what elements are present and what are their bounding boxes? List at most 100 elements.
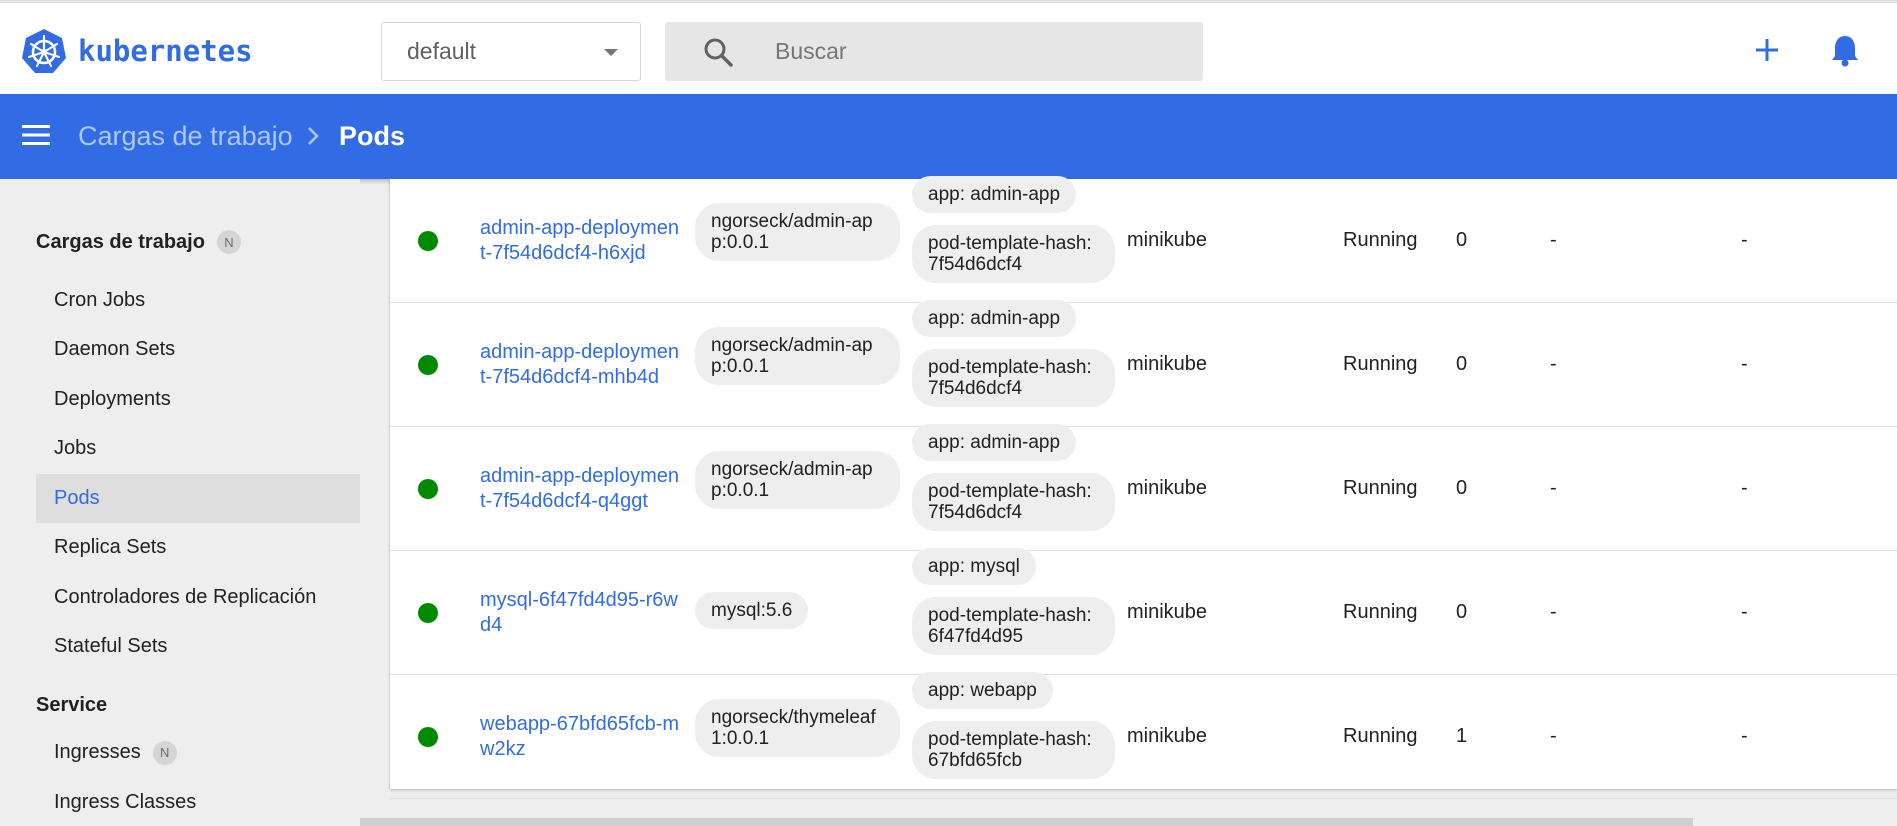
sidebar-item-jobs[interactable]: Jobs xyxy=(36,424,360,473)
sidebar-item-daemon-sets[interactable]: Daemon Sets xyxy=(36,325,360,374)
top-app-bar: kubernetes default xyxy=(0,0,1897,94)
table-row[interactable]: admin-app-deployment-7f54d6dcf4-q4ggt ng… xyxy=(390,424,1897,551)
image-chip: ngorseck/thymeleaf1:0.0.1 xyxy=(695,699,900,757)
pod-name-link[interactable]: webapp-67bfd65fcb-mw2kz xyxy=(480,687,680,787)
restarts-cell: 0 xyxy=(1456,229,1468,251)
sidebar-section-service[interactable]: Service xyxy=(36,694,107,717)
label-chip: app: admin-app xyxy=(912,300,1077,337)
search-bar[interactable] xyxy=(665,22,1203,81)
running-status-icon xyxy=(418,231,438,251)
cpu-cell: - xyxy=(1550,229,1557,251)
memory-cell: - xyxy=(1741,229,1748,251)
search-input[interactable] xyxy=(775,22,1175,81)
status-cell: Running xyxy=(1343,477,1418,499)
breadcrumb-workloads-link[interactable]: Cargas de trabajo xyxy=(78,94,293,179)
memory-cell: - xyxy=(1741,601,1748,623)
breadcrumb-current-page: Pods xyxy=(339,121,406,151)
label-chip: app: webapp xyxy=(912,672,1053,709)
sidebar-nav: Cargas de trabajo N Cron Jobs Daemon Set… xyxy=(0,179,360,826)
namespace-value: default xyxy=(407,38,477,64)
sidebar-item-ingress-classes[interactable]: Ingress Classes xyxy=(36,778,360,826)
table-row[interactable]: webapp-67bfd65fcb-mw2kz ngorseck/thymele… xyxy=(390,672,1897,799)
sidebar-item-replication-controllers[interactable]: Controladores de Replicación xyxy=(36,573,360,622)
namespace-selector[interactable]: default xyxy=(381,22,641,81)
node-cell: minikube xyxy=(1127,477,1208,499)
create-resource-plus-icon[interactable] xyxy=(1752,35,1782,65)
sidebar-section-workloads[interactable]: Cargas de trabajo N xyxy=(36,230,241,254)
label-chip: app: admin-app xyxy=(912,176,1077,213)
node-cell: minikube xyxy=(1127,353,1208,375)
horizontal-scrollbar[interactable] xyxy=(360,818,1693,826)
label-chip: app: mysql xyxy=(912,548,1036,585)
restarts-cell: 0 xyxy=(1456,601,1468,623)
cpu-cell: - xyxy=(1550,353,1557,375)
sidebar-item-stateful-sets[interactable]: Stateful Sets xyxy=(36,622,360,671)
chevron-right-icon xyxy=(308,127,319,145)
notifications-bell-icon[interactable] xyxy=(1829,33,1861,67)
status-cell: Running xyxy=(1343,353,1418,375)
sidebar-item-label: Jobs xyxy=(54,437,97,459)
hamburger-menu-icon[interactable] xyxy=(22,123,50,147)
node-cell: minikube xyxy=(1127,725,1208,747)
sidebar-section-label: Cargas de trabajo xyxy=(36,230,205,253)
table-row[interactable]: admin-app-deployment-7f54d6dcf4-mhb4d ng… xyxy=(390,300,1897,427)
image-chip: ngorseck/admin-app:0.0.1 xyxy=(695,203,900,261)
status-cell: Running xyxy=(1343,229,1418,251)
node-cell: minikube xyxy=(1127,229,1208,251)
namespaced-badge: N xyxy=(216,230,241,254)
memory-cell: - xyxy=(1741,353,1748,375)
sidebar-item-replica-sets[interactable]: Replica Sets xyxy=(36,523,360,572)
sidebar-item-label: Daemon Sets xyxy=(54,338,176,360)
label-chip: pod-template-hash: 7f54d6dcf4 xyxy=(912,349,1115,407)
sidebar-section-label: Service xyxy=(36,694,108,716)
namespaced-badge: N xyxy=(152,740,177,765)
table-row[interactable]: mysql-6f47fd4d95-r6wd4 mysql:5.6 app: my… xyxy=(390,548,1897,675)
cpu-cell: - xyxy=(1550,601,1557,623)
sidebar-item-cron-jobs[interactable]: Cron Jobs xyxy=(36,276,360,325)
label-chip: pod-template-hash: 7f54d6dcf4 xyxy=(912,225,1115,283)
sidebar-item-label: Ingress Classes xyxy=(54,791,197,813)
breadcrumb-toolbar: Cargas de trabajo Pods xyxy=(0,94,1897,179)
table-row[interactable]: admin-app-deployment-7f54d6dcf4-h6xjd ng… xyxy=(390,176,1897,303)
logo-text: kubernetes xyxy=(78,34,253,68)
sidebar-item-label: Cron Jobs xyxy=(54,289,146,311)
sidebar-item-deployments[interactable]: Deployments xyxy=(36,375,360,424)
search-icon xyxy=(704,38,733,67)
sidebar-item-ingresses[interactable]: Ingresses N xyxy=(36,728,360,777)
label-chip: pod-template-hash: 6f47fd4d95 xyxy=(912,597,1115,655)
running-status-icon xyxy=(418,355,438,375)
pod-name-link[interactable]: admin-app-deployment-7f54d6dcf4-q4ggt xyxy=(480,439,680,539)
label-chip: pod-template-hash: 67bfd65fcb xyxy=(912,721,1115,779)
node-cell: minikube xyxy=(1127,601,1208,623)
sidebar-item-label: Ingresses xyxy=(54,741,141,763)
cpu-cell: - xyxy=(1550,477,1557,499)
sidebar-item-pods[interactable]: Pods xyxy=(36,474,360,523)
kubernetes-logo[interactable]: kubernetes xyxy=(22,27,253,75)
pod-name-link[interactable]: mysql-6f47fd4d95-r6wd4 xyxy=(480,563,680,663)
restarts-cell: 0 xyxy=(1456,353,1468,375)
image-chip: ngorseck/admin-app:0.0.1 xyxy=(695,327,900,385)
image-chip: mysql:5.6 xyxy=(695,592,809,629)
running-status-icon xyxy=(418,727,438,747)
memory-cell: - xyxy=(1741,725,1748,747)
running-status-icon xyxy=(418,603,438,623)
label-chip: app: admin-app xyxy=(912,424,1077,461)
restarts-cell: 1 xyxy=(1456,725,1468,747)
pod-name-link[interactable]: admin-app-deployment-7f54d6dcf4-mhb4d xyxy=(480,315,680,415)
pod-name-link[interactable]: admin-app-deployment-7f54d6dcf4-h6xjd xyxy=(480,191,680,291)
sidebar-item-label: Stateful Sets xyxy=(54,635,168,657)
running-status-icon xyxy=(418,479,438,499)
sidebar-item-label: Pods xyxy=(54,487,100,509)
sidebar-item-label: Replica Sets xyxy=(54,536,167,558)
restarts-cell: 0 xyxy=(1456,477,1468,499)
kubernetes-wheel-icon xyxy=(22,29,66,73)
label-chip: pod-template-hash: 7f54d6dcf4 xyxy=(912,473,1115,531)
memory-cell: - xyxy=(1741,477,1748,499)
dropdown-arrow-icon xyxy=(604,49,618,56)
status-cell: Running xyxy=(1343,725,1418,747)
cpu-cell: - xyxy=(1550,725,1557,747)
pods-table: admin-app-deployment-7f54d6dcf4-h6xjd ng… xyxy=(390,176,1897,799)
image-chip: ngorseck/admin-app:0.0.1 xyxy=(695,451,900,509)
status-cell: Running xyxy=(1343,601,1418,623)
sidebar-item-label: Controladores de Replicación xyxy=(54,586,317,608)
